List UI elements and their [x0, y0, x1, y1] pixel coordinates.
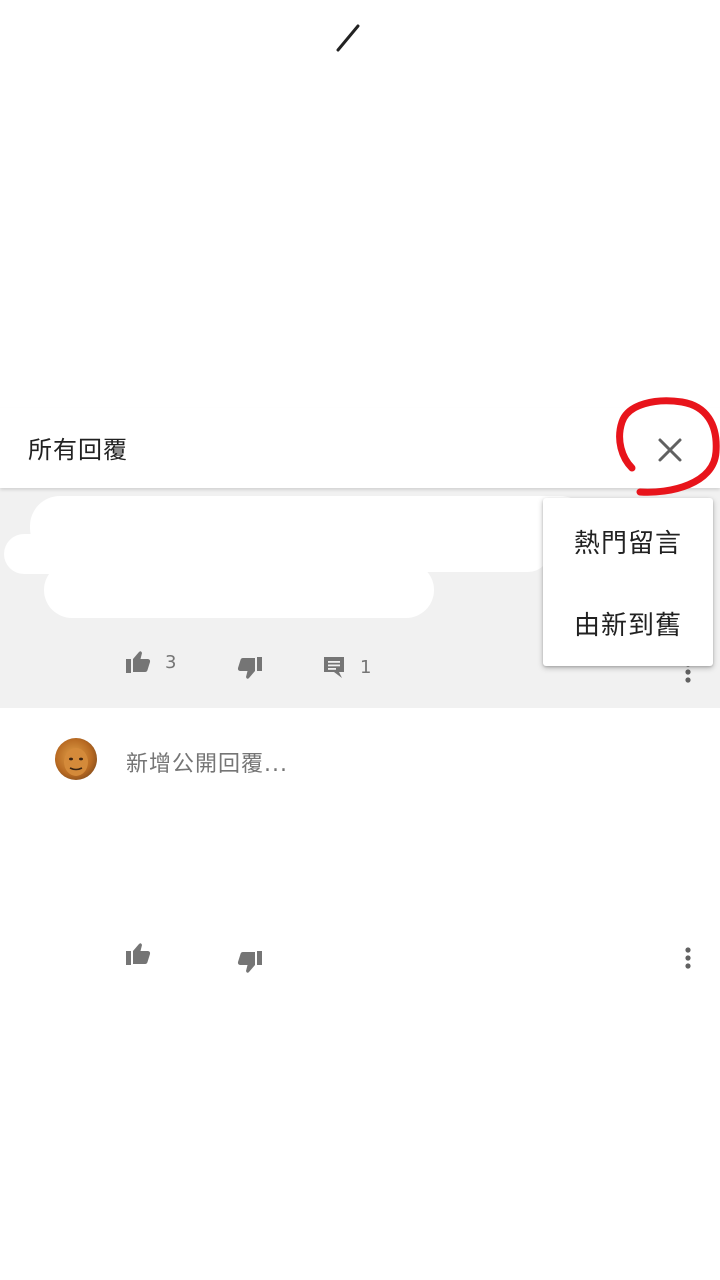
close-icon — [658, 438, 682, 462]
comment-icon — [324, 657, 344, 678]
public-reply-input[interactable]: 新增公開回覆... — [126, 746, 288, 778]
sort-menu: 熱門留言 由新到舊 — [543, 498, 713, 666]
dislike-button[interactable] — [237, 950, 263, 974]
redacted-text — [380, 528, 550, 572]
video-area — [0, 0, 720, 408]
replies-header: 所有回覆 — [0, 408, 720, 488]
more-options-button[interactable] — [676, 938, 700, 978]
reply-count: 1 — [360, 656, 372, 678]
reply-button[interactable]: 1 — [322, 655, 371, 679]
dislike-button[interactable] — [237, 656, 263, 680]
sort-option-top[interactable]: 熱門留言 — [543, 500, 713, 582]
sort-option-newest[interactable]: 由新到舊 — [543, 582, 713, 664]
like-count: 3 — [165, 651, 177, 673]
thumbs-up-icon — [126, 651, 151, 673]
add-reply-row: 新增公開回覆... — [0, 708, 720, 809]
close-button[interactable] — [646, 426, 694, 474]
redacted-text — [44, 562, 434, 618]
like-button[interactable]: 3 — [125, 650, 176, 674]
second-comment — [0, 808, 720, 1280]
page-title: 所有回覆 — [28, 436, 128, 464]
scribble-mark — [336, 24, 360, 52]
more-vert-icon — [685, 947, 691, 969]
thumbs-down-icon — [237, 951, 262, 973]
avatar-face-icon — [64, 748, 88, 776]
avatar — [55, 738, 97, 780]
thumbs-up-icon — [126, 943, 151, 965]
like-button[interactable] — [125, 942, 151, 966]
thumbs-down-icon — [237, 657, 262, 679]
